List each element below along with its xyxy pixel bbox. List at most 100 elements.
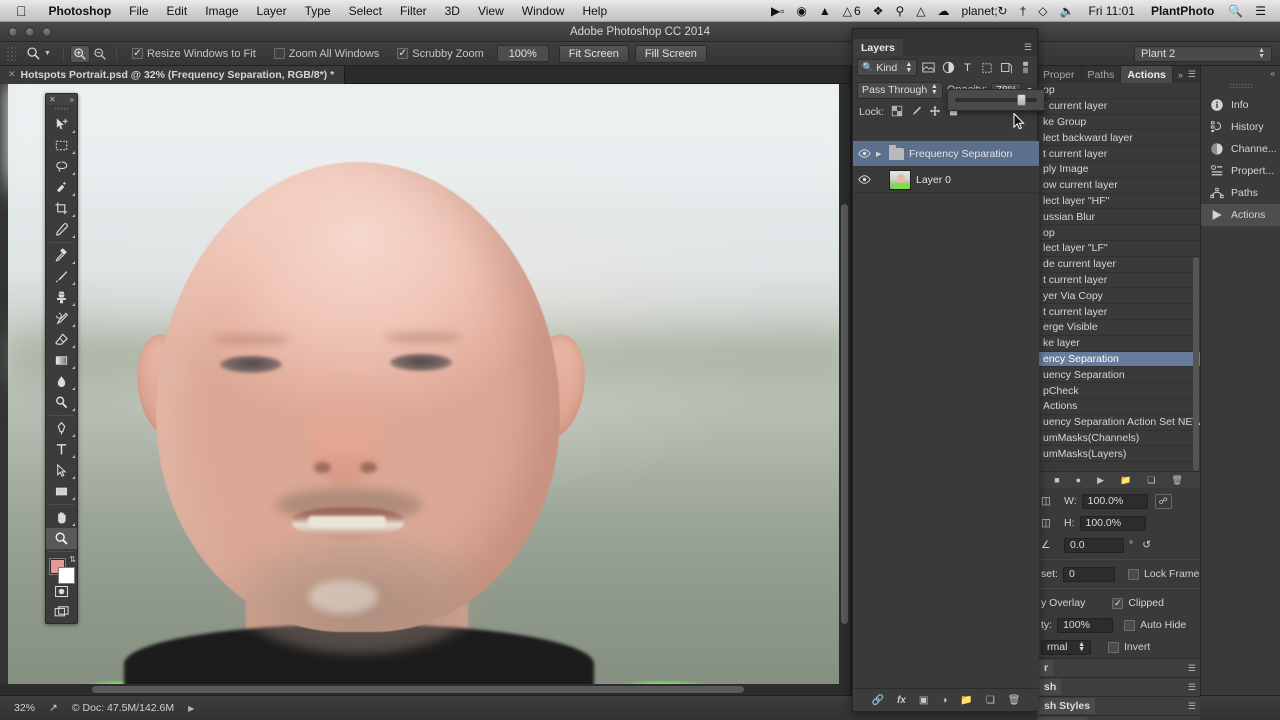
layer-visibility-icon[interactable] (857, 149, 871, 158)
new-set-icon[interactable]: 📁 (1120, 475, 1131, 486)
clone-stamp-tool[interactable] (46, 287, 77, 308)
tab-layers[interactable]: Layers (853, 39, 903, 56)
zoom-out-icon[interactable] (89, 44, 110, 63)
opacity-slider-thumb[interactable] (1016, 94, 1026, 106)
menu-edit[interactable]: Edit (158, 4, 197, 18)
menu-type[interactable]: Type (296, 4, 340, 18)
layer-row[interactable]: Layer 0 (853, 167, 1039, 193)
action-row[interactable]: t current layer (1037, 146, 1200, 162)
menu-view[interactable]: View (469, 4, 513, 18)
fill-screen-button[interactable]: Fill Screen (634, 44, 707, 63)
zoom-all-windows-checkbox[interactable] (273, 48, 285, 59)
play-icon[interactable]: ▶ (1097, 475, 1104, 486)
link-constrain-icon[interactable]: ☍ (1154, 493, 1172, 509)
apple-icon[interactable]:  (0, 4, 40, 18)
adjustment-filter-icon[interactable] (941, 59, 956, 76)
panel-menu-icon[interactable]: ☰ (1188, 663, 1200, 674)
canvas-area[interactable] (0, 84, 850, 695)
dock-item-info[interactable]: Info (1201, 94, 1280, 116)
panel-menu-icon[interactable]: ☰ (1188, 682, 1200, 693)
collapsed-panel-row[interactable]: r Styles☰ (1037, 715, 1200, 720)
collapse-icon[interactable]: ✕ (49, 95, 56, 104)
cloud-sync-icon[interactable]: ☁ (932, 4, 956, 18)
rectangular-marquee-tool[interactable] (46, 135, 77, 156)
action-row[interactable]: t current layer (1037, 304, 1200, 320)
tab-actions[interactable]: Actions (1121, 66, 1173, 83)
new-layer-icon[interactable]: ❏ (986, 695, 995, 706)
zoom-window-button[interactable] (42, 27, 52, 37)
layer-visibility-icon[interactable] (857, 175, 871, 184)
blend-mode-select[interactable]: rmal ▲ ▼ (1041, 639, 1091, 655)
action-row[interactable]: umMasks(Layers) (1037, 446, 1200, 463)
menu-filter[interactable]: Filter (391, 4, 436, 18)
layer-row[interactable]: ▶ Frequency Separation (853, 141, 1039, 167)
scrubby-zoom-option[interactable]: ✓ Scrubby Zoom (388, 48, 493, 60)
new-action-icon[interactable]: ❏ (1147, 475, 1155, 486)
action-row[interactable]: ency Separation (1037, 351, 1200, 368)
chevron-down-icon[interactable]: ▼ (44, 50, 51, 57)
zoom-all-windows-option[interactable]: Zoom All Windows (265, 48, 388, 60)
search-icon[interactable]: 🔍 (1222, 4, 1249, 18)
resize-windows-to-fit-option[interactable]: ✓ Resize Windows to Fit (123, 48, 265, 60)
type-tool[interactable] (46, 439, 77, 460)
menu-user[interactable]: PlantPhoto (1143, 4, 1222, 18)
expand-panel-icon[interactable]: » (1178, 70, 1183, 80)
opacity-slider-popup[interactable] (947, 89, 1045, 111)
dock-item-channels[interactable]: Channe... (1201, 138, 1280, 160)
action-row[interactable]: Actions (1037, 399, 1200, 415)
panel-menu-icon[interactable]: ☰ (1188, 701, 1200, 712)
layer-style-icon[interactable]: fx (897, 695, 906, 706)
tab-properties[interactable]: Proper (1037, 66, 1082, 83)
fit-screen-button[interactable]: Fit Screen (558, 44, 629, 63)
volume-icon[interactable]: 🔈 (1054, 4, 1081, 18)
collapsed-panel-row[interactable]: r ☰ (1037, 658, 1200, 677)
close-window-button[interactable] (8, 27, 18, 37)
action-row[interactable]: erge Visible (1037, 320, 1200, 336)
dodge-tool[interactable] (46, 392, 77, 413)
bluetooth-icon[interactable]: † (1014, 4, 1033, 18)
lock-transparency-icon[interactable] (891, 105, 903, 120)
color-swatches[interactable]: ⇅ (46, 555, 77, 584)
delete-icon[interactable]: 🗑 (1171, 475, 1182, 486)
layer-mask-icon[interactable]: ▣ (919, 695, 928, 706)
action-row[interactable]: op (1037, 83, 1200, 99)
scrubby-zoom-checkbox[interactable]: ✓ (397, 48, 409, 59)
crop-tool[interactable] (46, 198, 77, 219)
blend-mode-select[interactable]: Pass Through ▲ ▼ (857, 81, 943, 99)
reset-icon[interactable]: ↺ (1142, 539, 1151, 551)
auto-hide-checkbox[interactable] (1124, 619, 1136, 631)
panel-menu-icon[interactable]: ☰ (1188, 69, 1196, 80)
panel-menu-icon[interactable]: ☰ (1024, 42, 1037, 53)
rectangle-shape-tool[interactable] (46, 481, 77, 502)
creative-cloud-icon[interactable]: ◉ (790, 4, 812, 18)
collapsed-panel-row[interactable]: sh Styles ☰ (1037, 696, 1200, 715)
layer-thumbnail[interactable] (889, 169, 911, 190)
group-expand-arrow[interactable]: ▶ (876, 150, 884, 158)
tool-preset-picker[interactable]: ▼ (20, 46, 57, 61)
layers-list[interactable]: ▶ Frequency Separation Layer 0 (853, 141, 1039, 710)
horizontal-scroll-thumb[interactable] (92, 686, 744, 693)
action-row[interactable]: op (1037, 225, 1200, 241)
action-row[interactable]: ply Image (1037, 162, 1200, 178)
dock-item-actions[interactable]: Actions (1201, 204, 1280, 226)
layers-panel-titlebar[interactable] (853, 29, 1037, 39)
action-row[interactable]: lect backward layer (1037, 130, 1200, 147)
zoom-level[interactable]: 32% (14, 702, 35, 714)
resize-windows-checkbox[interactable]: ✓ (131, 48, 143, 59)
adjustment-layer-icon[interactable]: ◑ (941, 695, 947, 706)
width-field[interactable]: 100.0% (1081, 493, 1148, 509)
history-brush-tool[interactable] (46, 308, 77, 329)
vertical-scroll-thumb[interactable] (841, 204, 848, 624)
evernote-icon[interactable]: ❖ (867, 4, 890, 18)
opacity-slider-track[interactable] (955, 94, 1037, 106)
shape-filter-icon[interactable] (979, 59, 994, 76)
dock-item-paths[interactable]: Paths (1201, 182, 1280, 204)
menu-clock[interactable]: Fri 11:01 (1080, 4, 1142, 18)
actions-list[interactable]: op t current layer ke Group lect backward l… (1037, 83, 1200, 471)
zoom-tool[interactable] (46, 527, 77, 549)
expand-icon[interactable]: » (70, 95, 74, 104)
angle-field[interactable]: 0.0 (1064, 537, 1124, 553)
quick-mask-icon[interactable] (46, 581, 77, 602)
quick-selection-tool[interactable] (46, 177, 77, 198)
minimize-window-button[interactable] (25, 27, 35, 37)
